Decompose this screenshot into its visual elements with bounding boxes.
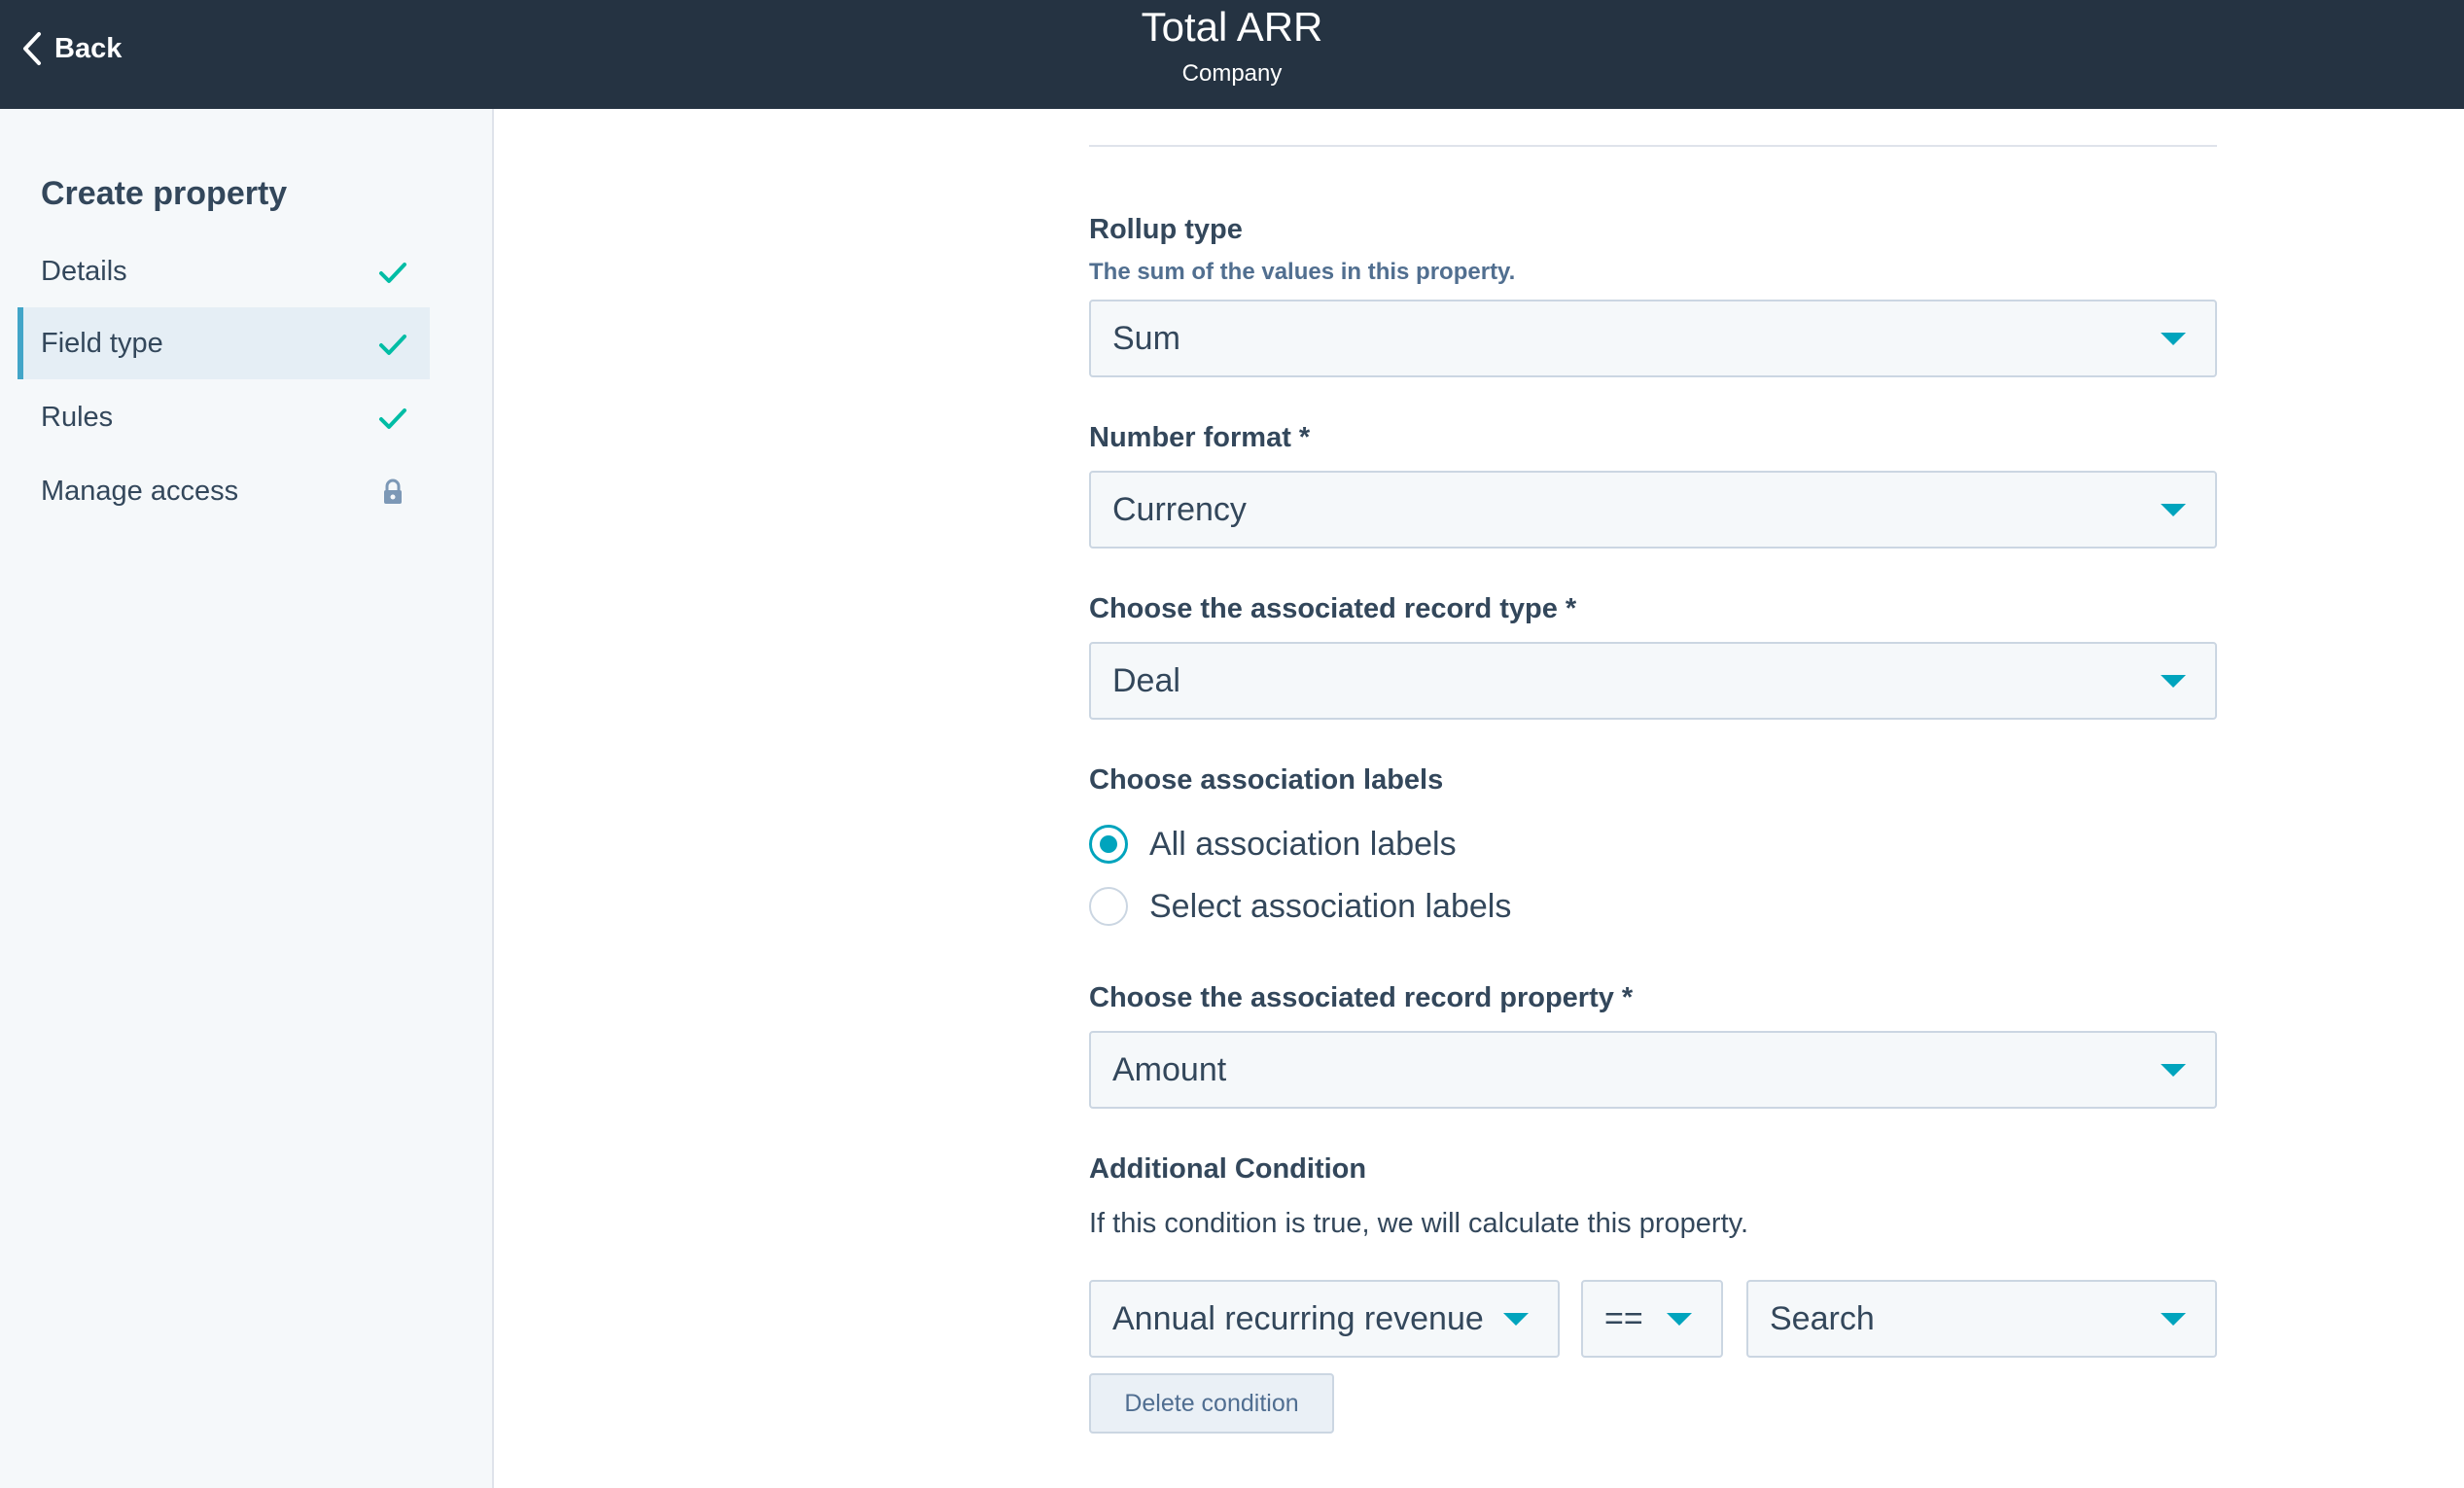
radio-label: Select association labels (1149, 887, 1512, 925)
caret-down-icon (2161, 1064, 2186, 1077)
condition-value-select[interactable]: Search (1746, 1280, 2217, 1358)
caret-down-icon (2161, 504, 2186, 516)
sidebar-item-rules[interactable]: Rules (18, 381, 430, 453)
sidebar-item-details[interactable]: Details (18, 235, 430, 307)
top-bar: Back Total ARR Company (0, 0, 2464, 109)
additional-condition-label: Additional Condition (1089, 1153, 1367, 1185)
condition-property-select[interactable]: Annual recurring revenue (1089, 1280, 1560, 1358)
condition-property-value: Annual recurring revenue (1112, 1299, 1484, 1337)
radio-button[interactable] (1089, 887, 1128, 926)
caret-down-icon (2161, 675, 2186, 688)
record-type-value: Deal (1112, 661, 1180, 699)
record-type-label: Choose the associated record type * (1089, 593, 1577, 624)
rollup-type-select[interactable]: Sum (1089, 300, 2217, 377)
record-property-select[interactable]: Amount (1089, 1031, 2217, 1109)
sidebar-item-label: Manage access (41, 475, 239, 507)
condition-operator-select[interactable]: == (1581, 1280, 1723, 1358)
radio-label: All association labels (1149, 825, 1457, 863)
section-divider (1089, 145, 2217, 147)
caret-down-icon (1503, 1313, 1529, 1326)
number-format-select[interactable]: Currency (1089, 471, 2217, 549)
radio-select-association-labels[interactable]: Select association labels (1089, 883, 1511, 930)
sidebar-item-field-type[interactable]: Field type (18, 307, 430, 379)
sidebar-item-manage-access[interactable]: Manage access (18, 455, 430, 527)
sidebar-heading: Create property (41, 175, 288, 212)
check-icon (377, 403, 408, 434)
lock-icon (377, 477, 408, 508)
main-content: Rollup type The sum of the values in thi… (496, 109, 2464, 1488)
sidebar-item-label: Details (41, 255, 127, 287)
caret-down-icon (2161, 333, 2186, 345)
radio-button[interactable] (1089, 825, 1128, 864)
number-format-label: Number format * (1089, 422, 1311, 453)
association-labels-label: Choose association labels (1089, 764, 1444, 796)
condition-operator-value: == (1604, 1299, 1643, 1337)
sidebar: Create property Details Field type Rules… (0, 109, 494, 1488)
number-format-value: Currency (1112, 490, 1247, 528)
rollup-type-help: The sum of the values in this property. (1089, 259, 1516, 285)
additional-condition-description: If this condition is true, we will calcu… (1089, 1208, 1749, 1239)
rollup-type-value: Sum (1112, 319, 1180, 357)
page-title: Total ARR (1141, 4, 1323, 50)
sidebar-item-label: Field type (41, 327, 163, 359)
condition-value-placeholder: Search (1770, 1299, 1875, 1337)
check-icon (377, 329, 408, 360)
record-type-select[interactable]: Deal (1089, 642, 2217, 720)
caret-down-icon (1667, 1313, 1692, 1326)
radio-all-association-labels[interactable]: All association labels (1089, 821, 1457, 868)
rollup-type-label: Rollup type (1089, 214, 1243, 245)
check-icon (377, 257, 408, 288)
page-subtitle: Company (1181, 60, 1283, 87)
sidebar-item-label: Rules (41, 401, 114, 433)
delete-condition-button[interactable]: Delete condition (1089, 1373, 1334, 1434)
record-property-label: Choose the associated record property * (1089, 982, 1634, 1013)
record-property-value: Amount (1112, 1050, 1227, 1088)
caret-down-icon (2161, 1313, 2186, 1326)
